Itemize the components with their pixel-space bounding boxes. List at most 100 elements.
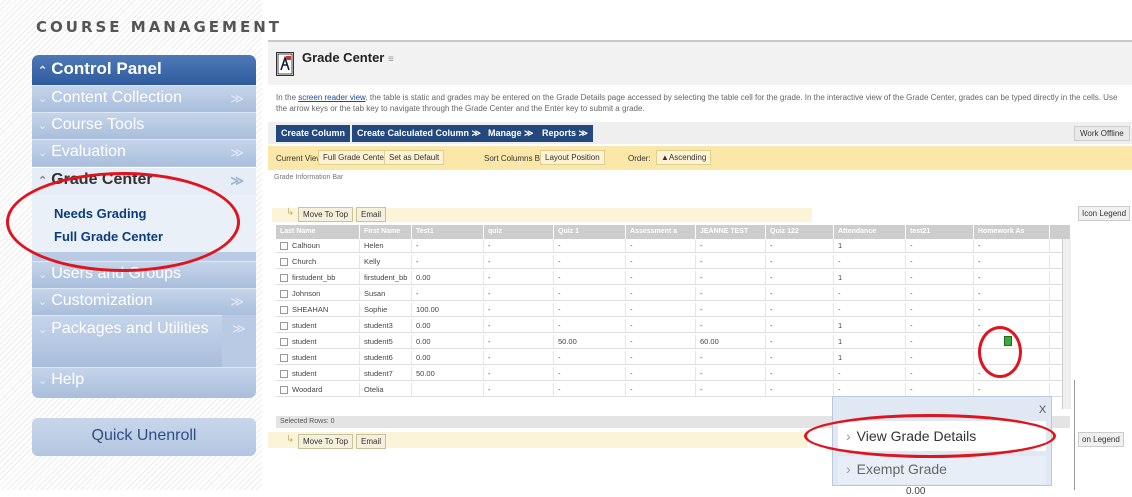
order-select[interactable]: ▲Ascending xyxy=(656,150,712,165)
grade-cell[interactable]: Helen xyxy=(360,239,412,252)
grade-cell[interactable]: - xyxy=(626,239,696,252)
table-row[interactable]: student student5 0.00 - 50.00 - 60.00 - 1 - xyxy=(276,335,1070,349)
grade-cell[interactable]: - xyxy=(906,303,974,316)
grade-cell[interactable]: - xyxy=(766,383,834,396)
column-header-8[interactable]: Attendance xyxy=(834,225,906,239)
grade-cell[interactable]: 0.00 xyxy=(412,335,484,348)
grade-cell[interactable]: - xyxy=(484,271,554,284)
close-icon[interactable]: X xyxy=(1036,404,1049,416)
grade-cell[interactable]: 1 xyxy=(834,335,906,348)
grade-cell[interactable]: - xyxy=(484,319,554,332)
table-row[interactable]: Woodard Otelia - - - - - - - - xyxy=(276,383,1070,397)
grade-cell[interactable]: - xyxy=(626,367,696,380)
row-checkbox[interactable] xyxy=(280,386,288,394)
grade-cell[interactable]: - xyxy=(554,255,626,268)
column-header-3[interactable]: quiz xyxy=(484,225,554,239)
sidebar-item-evaluation[interactable]: ⌄ Evaluation ≫ xyxy=(32,139,256,166)
grade-cell[interactable]: 1 xyxy=(834,319,906,332)
grade-cell[interactable]: 0.00 xyxy=(412,319,484,332)
grade-cell[interactable]: student3 xyxy=(360,319,412,332)
reports-button[interactable]: Reports ≫ xyxy=(537,125,593,142)
double-chevron-icon[interactable]: ≫ xyxy=(230,173,244,189)
row-checkbox[interactable] xyxy=(280,290,288,298)
double-chevron-icon[interactable]: ≫ xyxy=(230,91,244,107)
grade-cell[interactable] xyxy=(412,383,484,396)
grade-cell[interactable]: - xyxy=(484,239,554,252)
grade-cell[interactable]: - xyxy=(974,255,1050,268)
grade-cell[interactable]: - xyxy=(554,239,626,252)
grade-cell-hidden-by-popup[interactable]: - xyxy=(906,351,974,364)
grade-cell[interactable]: - xyxy=(412,255,484,268)
row-checkbox[interactable] xyxy=(280,354,288,362)
grade-cell[interactable]: - xyxy=(906,287,974,300)
grade-cell[interactable]: student xyxy=(276,351,360,364)
grade-cell[interactable]: - xyxy=(906,239,974,252)
grade-cell[interactable]: - xyxy=(696,319,766,332)
row-checkbox[interactable] xyxy=(280,274,288,282)
quick-unenroll-button[interactable]: Quick Unenroll xyxy=(32,418,256,456)
row-checkbox[interactable] xyxy=(280,258,288,266)
grade-cell[interactable]: - xyxy=(766,319,834,332)
grade-cell[interactable]: 50.00 xyxy=(412,367,484,380)
grade-cell[interactable]: - xyxy=(554,351,626,364)
work-offline-button[interactable]: Work Offline xyxy=(1074,126,1130,141)
table-row[interactable]: student student3 0.00 - - - - - 1 - - xyxy=(276,319,1070,333)
grade-cell[interactable]: - xyxy=(626,255,696,268)
grade-cell[interactable]: - xyxy=(554,271,626,284)
grade-cell[interactable]: - xyxy=(766,367,834,380)
grade-cell[interactable]: - xyxy=(554,303,626,316)
table-row[interactable]: Johnson Susan - - - - - - - - - xyxy=(276,287,1070,301)
grade-cell[interactable]: student6 xyxy=(360,351,412,364)
grade-cell[interactable]: - xyxy=(696,383,766,396)
column-header-2[interactable]: Test1 xyxy=(412,225,484,239)
sidebar-item-customization[interactable]: ⌄ Customization ≫ xyxy=(32,288,256,315)
grade-cell[interactable]: - xyxy=(696,287,766,300)
manage-button[interactable]: Manage ≫ xyxy=(483,125,539,142)
icon-legend-button-bottom[interactable]: on Legend xyxy=(1078,432,1124,447)
grade-cell[interactable]: - xyxy=(906,335,974,348)
grade-cell[interactable]: - xyxy=(484,335,554,348)
grade-cell[interactable]: student xyxy=(276,319,360,332)
grade-cell[interactable]: Calhoun xyxy=(276,239,360,252)
grade-cell[interactable]: - xyxy=(974,271,1050,284)
sidebar-item-content-collection[interactable]: ⌄ Content Collection ≫ xyxy=(32,85,256,112)
grade-cell[interactable]: - xyxy=(974,239,1050,252)
column-header-9[interactable]: test21 xyxy=(906,225,974,239)
grade-cell[interactable]: - xyxy=(696,239,766,252)
grade-cell[interactable]: - xyxy=(696,351,766,364)
icon-legend-button[interactable]: Icon Legend xyxy=(1078,206,1131,221)
grade-cell[interactable]: 1 xyxy=(834,239,906,252)
grade-cell[interactable]: SHEAHAN xyxy=(276,303,360,316)
grade-cell[interactable]: - xyxy=(626,271,696,284)
grade-cell[interactable]: - xyxy=(626,335,696,348)
grade-cell[interactable]: - xyxy=(834,383,906,396)
table-row[interactable]: firstudent_bb firstudent_bb 0.00 - - - - - 1 - - xyxy=(276,271,1070,285)
grade-cell[interactable]: - xyxy=(906,319,974,332)
screen-reader-view-link[interactable]: screen reader view xyxy=(298,93,365,102)
move-to-top-button[interactable]: Move To Top xyxy=(298,207,354,222)
grade-cell[interactable]: - xyxy=(834,367,906,380)
grade-cell[interactable]: - xyxy=(906,255,974,268)
grade-cell[interactable]: - xyxy=(766,239,834,252)
grade-cell[interactable]: - xyxy=(766,271,834,284)
grade-cell[interactable]: - xyxy=(696,255,766,268)
grade-cell[interactable]: 100.00 xyxy=(412,303,484,316)
double-chevron-icon[interactable]: ≫ xyxy=(230,145,244,161)
grade-cell[interactable]: - xyxy=(484,351,554,364)
table-row[interactable]: Church Kelly - - - - - - - - - xyxy=(276,255,1070,269)
sidebar-item-packages-and-utilities[interactable]: ⌄ Packages and Utilities xyxy=(32,315,222,367)
grade-cell[interactable]: - xyxy=(554,367,626,380)
grade-cell[interactable]: - xyxy=(974,303,1050,316)
grade-cell[interactable]: - xyxy=(696,303,766,316)
table-row[interactable]: Calhoun Helen - - - - - - 1 - - xyxy=(276,239,1070,253)
grade-cell[interactable]: firstudent_bb xyxy=(360,271,412,284)
move-to-top-button-bottom[interactable]: Move To Top xyxy=(298,434,354,449)
grade-cell[interactable]: Otelia xyxy=(360,383,412,396)
column-header-0[interactable]: Last Name xyxy=(276,225,360,239)
grade-cell[interactable]: - xyxy=(484,255,554,268)
title-menu-icon[interactable]: ≡ xyxy=(388,54,394,65)
grade-cell[interactable]: - xyxy=(766,255,834,268)
double-chevron-icon[interactable]: ≫ xyxy=(232,321,246,337)
grade-cell[interactable]: Susan xyxy=(360,287,412,300)
control-panel-header[interactable]: ⌃ Control Panel xyxy=(32,55,256,85)
